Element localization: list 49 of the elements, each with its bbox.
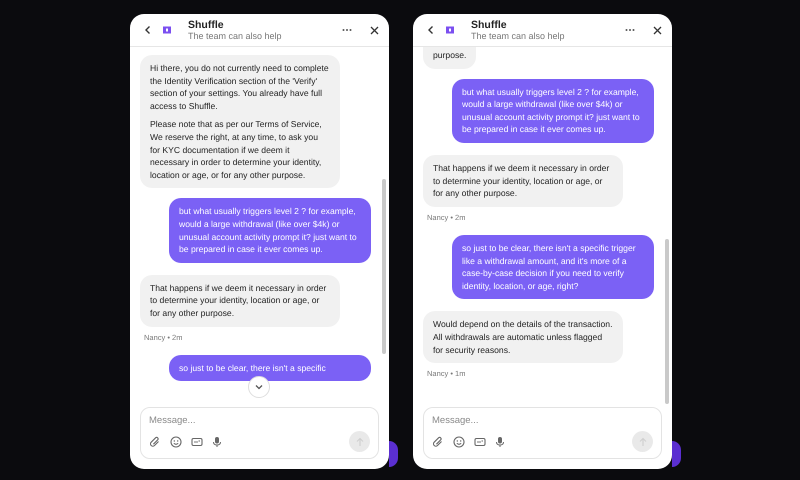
- chat-title: Shuffle: [471, 18, 508, 30]
- chat-title: Shuffle: [188, 18, 225, 30]
- microphone-button[interactable]: [212, 436, 222, 448]
- gif-icon: [191, 436, 203, 448]
- microphone-button[interactable]: [495, 436, 505, 448]
- chat-subtitle: The team can also help: [471, 30, 565, 42]
- back-icon: [144, 25, 152, 35]
- gif-button[interactable]: [191, 436, 203, 448]
- attach-icon: [432, 436, 444, 448]
- user-message: so just to be clear, there isn't a specific trigger like a withdrawal amount, and it's more of a case-by-case decision if you need to verify identity, location, or age, right?: [452, 235, 654, 300]
- emoji-button[interactable]: [453, 436, 465, 448]
- attach-button[interactable]: [432, 436, 444, 448]
- emoji-button[interactable]: [170, 436, 182, 448]
- agent-message: That happens if we deem it necessary in order to determine your identity, location or age, or for any other purpose.: [423, 154, 623, 207]
- back-button[interactable]: [144, 25, 152, 35]
- chat-subtitle: The team can also help: [188, 30, 282, 42]
- gif-button[interactable]: [474, 436, 486, 448]
- more-button[interactable]: [342, 28, 352, 32]
- close-icon: [653, 26, 662, 34]
- back-icon: [427, 25, 435, 35]
- attach-button[interactable]: [149, 436, 161, 448]
- attach-icon: [149, 436, 161, 448]
- user-message: but what usually triggers level 2 ? for example, would a large withdrawal (like over $4k) or unusual account activity prompt it? just want to be prepared in case it ever comes up.: [169, 198, 371, 263]
- scroll-down-button[interactable]: [248, 376, 270, 398]
- arrow-up-icon: [638, 436, 646, 446]
- microphone-icon: [495, 436, 505, 448]
- close-button[interactable]: [370, 26, 379, 34]
- emoji-icon: [453, 436, 465, 448]
- scrollbar[interactable]: [382, 179, 386, 354]
- user-message: but what usually triggers level 2 ? for example, would a large withdrawal (like over $4k) or unusual account activity prompt it? just want to be prepared in case it ever comes up.: [452, 78, 654, 143]
- close-button[interactable]: [653, 26, 662, 34]
- emoji-icon: [170, 436, 182, 448]
- agent-message: Hi there, you do not currently need to complete the Identity Verification section of the 'Verify' section of your settings. You already have full access to Shuffle. Please note that as per our Terms of Service, We reserve the right, at any time, to ask you for KYC documentation if we deem it necessary in order to determine your identity, location or age, or for any other purpose.: [140, 55, 340, 188]
- user-message: so just to be clear, there isn't a specific: [169, 354, 371, 382]
- scrollbar[interactable]: [665, 239, 669, 404]
- launcher-button[interactable]: [672, 441, 681, 467]
- close-icon: [370, 26, 379, 34]
- gif-icon: [474, 436, 486, 448]
- agent-message: Would depend on the details of the transaction. All withdrawals are automatic unless flagged for security reasons.: [423, 311, 623, 364]
- more-icon: [625, 28, 635, 32]
- more-button[interactable]: [625, 28, 635, 32]
- agent-message: That happens if we deem it necessary in order to determine your identity, location or age, or for any other purpose.: [140, 274, 340, 326]
- chevron-down-icon: [255, 384, 263, 390]
- more-icon: [342, 28, 352, 32]
- back-button[interactable]: [427, 25, 435, 35]
- arrow-up-icon: [356, 436, 364, 446]
- microphone-icon: [212, 436, 222, 448]
- agent-message: purpose.: [423, 47, 476, 69]
- launcher-button[interactable]: [389, 441, 398, 467]
